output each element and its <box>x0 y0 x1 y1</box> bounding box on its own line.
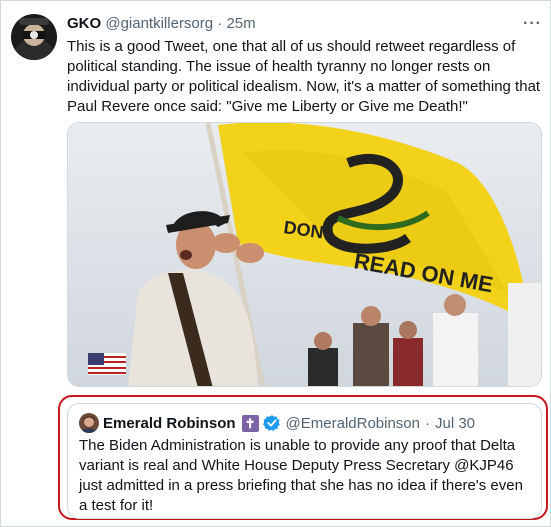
quoted-tweet-header: Emerald Robinson ✝ @EmeraldRobinson · Ju… <box>103 414 475 432</box>
verified-badge-icon <box>262 414 281 432</box>
cross-icon: ✝ <box>241 414 259 432</box>
tweet-card[interactable]: GKO @giantkillersorg · 25m ··· This is a… <box>0 0 551 527</box>
author-avatar[interactable] <box>11 14 57 60</box>
quoted-tweet-text: The Biden Administration is unable to pr… <box>79 437 523 514</box>
quoted-author-handle[interactable]: @EmeraldRobinson <box>286 415 420 432</box>
tweet-media-image[interactable]: DON READ ON ME <box>67 122 542 387</box>
more-options-icon[interactable]: ··· <box>523 15 542 33</box>
quoted-separator: · <box>425 414 430 432</box>
quoted-author-name[interactable]: Emerald Robinson <box>103 415 236 432</box>
quoted-tweet-date[interactable]: Jul 30 <box>435 415 475 432</box>
author-handle[interactable]: @giantkillersorg <box>105 15 213 32</box>
header-separator: · <box>217 15 223 32</box>
tweet-time[interactable]: 25m <box>226 15 255 32</box>
quoted-author-avatar[interactable] <box>79 413 99 433</box>
tweet-text: This is a good Tweet, one that all of us… <box>67 38 541 115</box>
tweet-header: GKO @giantkillersorg · 25m <box>67 15 256 32</box>
author-name[interactable]: GKO <box>67 15 101 32</box>
